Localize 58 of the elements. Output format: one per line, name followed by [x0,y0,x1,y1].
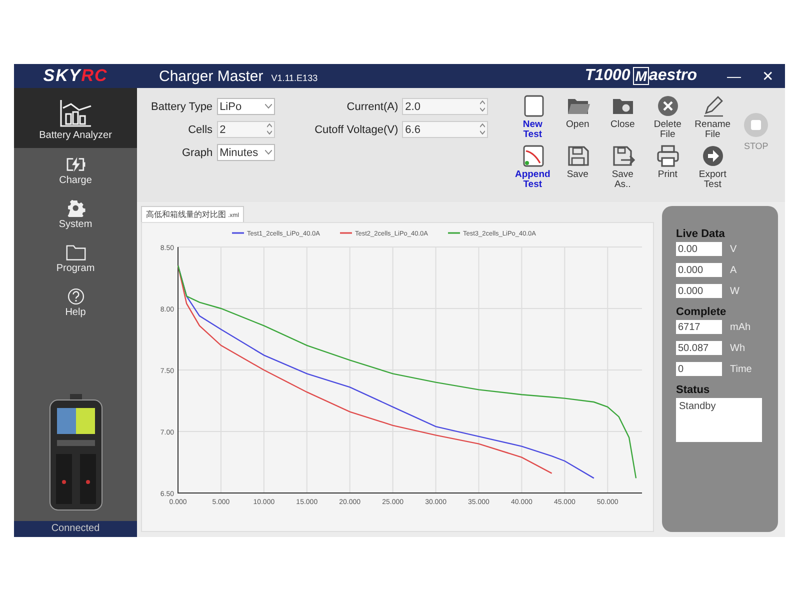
section-title: Complete [676,306,728,318]
dropdown[interactable]: LiPo [216,98,275,115]
reading-field: 50.087 [676,341,722,355]
version-label: V1.11.E133 [271,72,318,82]
arrow-circle-icon [700,144,725,168]
connection-status: Connected [14,521,137,537]
field-label: Current(A) [346,100,398,112]
unit-label: A [730,264,737,276]
unit-label: mAh [730,322,751,332]
unit-label: Wh [730,342,745,354]
spin-field[interactable]: 2.0 [402,98,488,115]
toolbar-button[interactable]: Print [645,144,690,194]
toolbar-button[interactable]: Save [555,144,600,194]
logo: SKYRC [42,66,109,86]
sidebar-item[interactable]: Battery Analyzer [14,88,137,148]
spin-arrows-icon [480,122,486,134]
curve-page-icon [520,144,545,168]
window-title: Charger Master [159,68,264,84]
reading-field: 0.000 [676,284,722,298]
unit-label: W [730,286,740,296]
unit-label: V [730,244,737,254]
field-label: Graph [180,146,213,158]
dropdown-caret-icon [264,150,272,155]
delete-circle-icon [656,94,680,118]
toolbar-button[interactable]: Append Test [510,144,556,194]
chart-icon [58,98,92,128]
field-label: Cells [187,124,213,136]
spin-arrows-icon [480,100,486,112]
reading-field: 0.000 [676,263,722,277]
unit-label: Time [730,364,752,374]
toolbar-button[interactable]: Close [600,94,646,144]
dropdown-caret-icon [264,104,272,109]
model-name-suffix: aestro [648,67,697,85]
toolbar-button[interactable]: Delete File [645,94,690,144]
toolbar-button[interactable]: Rename File [690,94,736,144]
field-label: Cutoff Voltage(V) [314,124,398,136]
field-label: Battery Type [151,100,213,112]
reading-field: 6717 [676,320,722,334]
status-field: Standby [676,398,762,442]
section-title: Live Data [676,228,726,240]
stop-icon [743,112,770,138]
reading-field: 0.00 [676,242,722,256]
spin-field[interactable]: 6.6 [402,121,488,138]
toolbar-button[interactable]: Save As.. [600,144,646,194]
floppy-disk-arrow-icon [610,144,635,168]
minimize-button[interactable]: — [717,68,751,84]
spin-field[interactable]: 2 [216,121,275,138]
toolbar-button[interactable]: Export Test [690,144,736,194]
model-letter: M [633,67,649,85]
reading-field: 0 [676,362,722,376]
dropdown[interactable]: Minutes [216,144,275,161]
toolbar-button[interactable]: New Test [510,94,556,144]
section-title: Status [676,384,711,396]
model-name: T1000 [584,67,630,85]
toolbar-button[interactable]: Open [555,94,600,144]
printer-icon [656,144,680,168]
spin-arrows-icon [266,122,272,134]
close-button[interactable]: ✕ [751,68,785,84]
